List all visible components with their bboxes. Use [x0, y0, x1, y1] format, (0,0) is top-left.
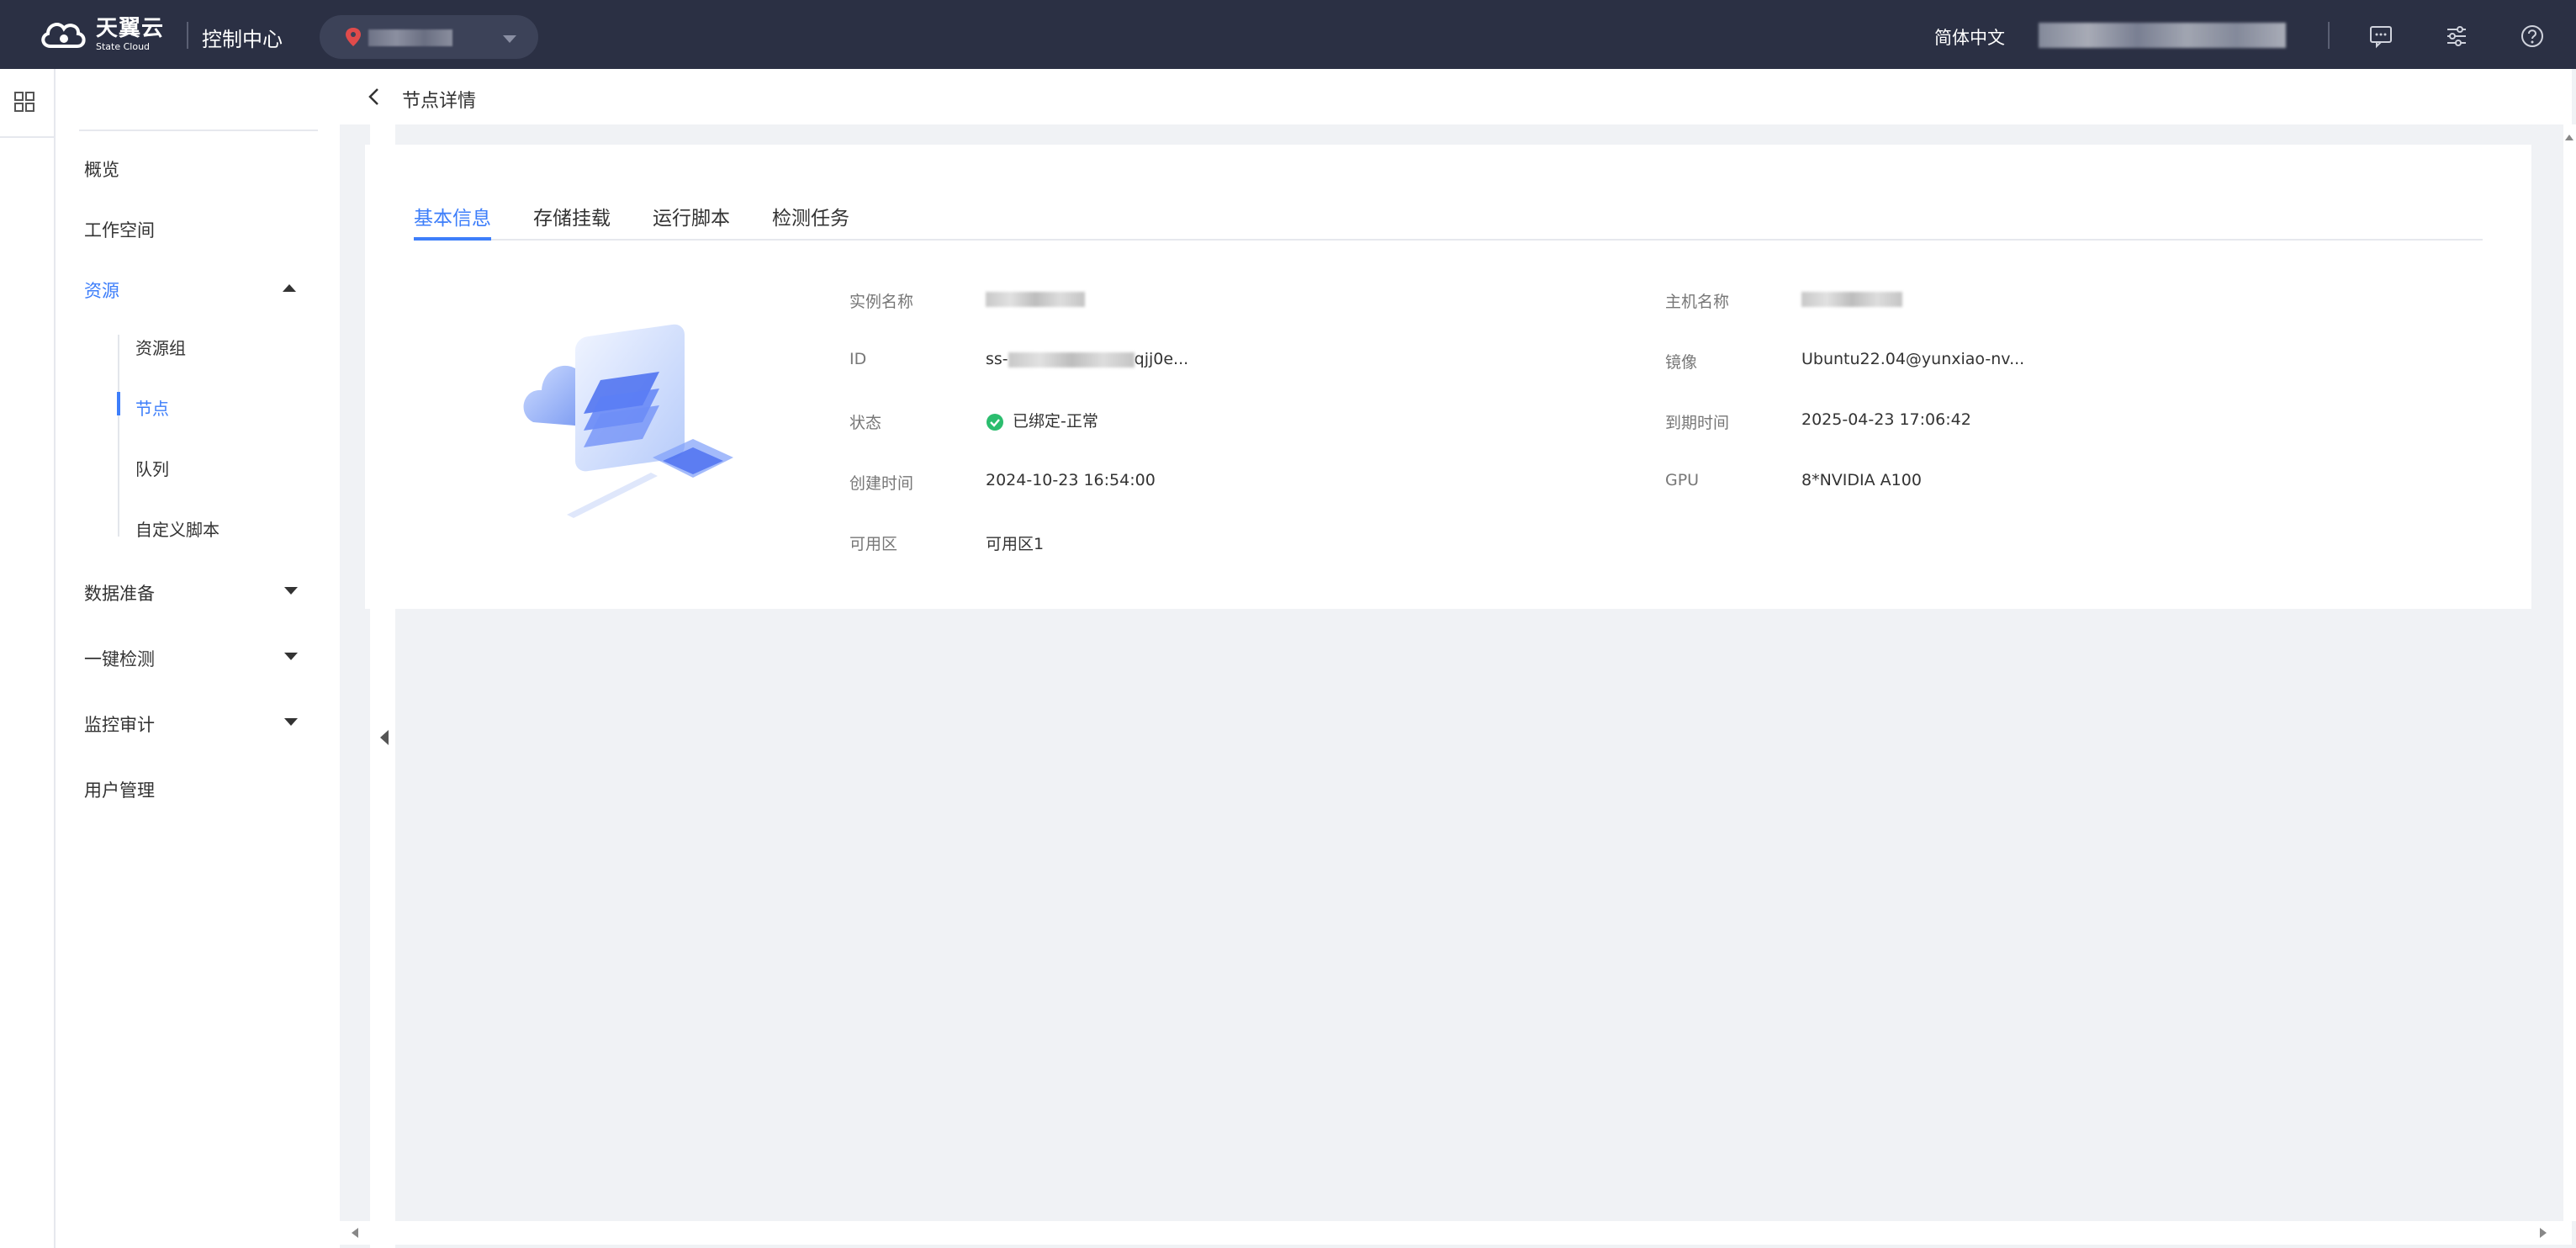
redacted-text	[1008, 352, 1135, 368]
account-info-redacted[interactable]	[2039, 23, 2286, 48]
tab-basic-info[interactable]: 基本信息	[414, 202, 491, 241]
language-switch[interactable]: 简体中文	[1934, 24, 2005, 50]
tab-check-task[interactable]: 检测任务	[772, 202, 849, 241]
sidebar-item-one-click-check[interactable]: 一键检测	[84, 646, 155, 671]
value-status: 已绑定-正常	[986, 409, 1098, 431]
tab-bar: 基本信息 存储挂载 运行脚本 检测任务	[414, 202, 2483, 241]
settings-sliders-icon[interactable]	[2444, 24, 2469, 49]
divider	[2328, 22, 2330, 49]
logo-text-cn: 天翼云	[96, 16, 165, 41]
help-icon[interactable]	[2520, 24, 2545, 49]
id-prefix: ss-	[986, 350, 1008, 368]
cloud-logo-icon	[41, 23, 86, 48]
chevron-down-icon[interactable]	[284, 653, 298, 660]
sidebar-subitem-resource-group[interactable]: 资源组	[135, 335, 186, 359]
label-id: ID	[849, 350, 867, 368]
value-availability-zone: 可用区1	[986, 535, 1045, 553]
value-instance-name	[986, 289, 1085, 308]
location-pin-icon	[346, 28, 361, 46]
value-host-name	[1801, 289, 1902, 308]
check-circle-icon	[986, 413, 1003, 431]
id-suffix: qjj0e...	[1134, 350, 1189, 368]
label-created-time: 创建时间	[849, 474, 914, 493]
brand-logo[interactable]: 天翼云 State Cloud	[39, 15, 164, 54]
sidebar: 概览 工作空间 资源 资源组 节点 队列 自定义脚本 数据准备 一键检测 监控审…	[56, 69, 395, 1248]
top-navbar: 天翼云 State Cloud 控制中心 简体中文	[0, 0, 2576, 69]
scroll-left-icon[interactable]	[352, 1228, 358, 1238]
region-selector[interactable]	[320, 15, 538, 59]
label-availability-zone: 可用区	[849, 535, 898, 553]
app-switcher-strip	[0, 69, 56, 1248]
value-expire-time: 2025-04-23 17:06:42	[1801, 410, 1971, 429]
logo-text-en: State Cloud	[96, 41, 151, 52]
redacted-text	[986, 291, 1085, 307]
sidebar-item-user-mgmt[interactable]: 用户管理	[84, 777, 155, 802]
node-illustration	[523, 324, 733, 518]
collapse-sidebar-icon[interactable]	[380, 730, 389, 745]
sidebar-subitem-queue[interactable]: 队列	[135, 456, 169, 480]
console-title[interactable]: 控制中心	[202, 23, 283, 52]
label-instance-name: 实例名称	[849, 293, 914, 311]
divider	[187, 22, 188, 49]
sidebar-item-data-prep[interactable]: 数据准备	[84, 580, 155, 605]
page-header: 节点详情	[340, 69, 2572, 124]
message-icon[interactable]	[2368, 24, 2394, 49]
chevron-up-icon[interactable]	[283, 284, 296, 292]
sidebar-item-monitor-audit[interactable]: 监控审计	[84, 711, 155, 737]
page-title: 节点详情	[402, 91, 477, 112]
divider	[0, 136, 54, 138]
sidebar-subitem-custom-script[interactable]: 自定义脚本	[135, 516, 220, 541]
value-gpu: 8*NVIDIA A100	[1801, 471, 1922, 489]
submenu-active-indicator	[117, 392, 120, 415]
sidebar-subitem-nodes[interactable]: 节点	[135, 395, 169, 420]
main-horizontal-scrollbar[interactable]	[340, 1221, 2572, 1245]
label-status: 状态	[849, 414, 882, 432]
value-created-time: 2024-10-23 16:54:00	[986, 471, 1156, 489]
value-image: Ubuntu22.04@yunxiao-nv...	[1801, 350, 2025, 368]
tab-storage-mount[interactable]: 存储挂载	[533, 202, 611, 241]
label-expire-time: 到期时间	[1665, 414, 1730, 432]
sidebar-item-workspace[interactable]: 工作空间	[84, 217, 155, 242]
detail-card: 基本信息 存储挂载 运行脚本 检测任务 实例名称 ID ss-qjj0e... …	[365, 145, 2531, 609]
chevron-down-icon[interactable]	[284, 718, 298, 726]
chevron-down-icon	[503, 35, 516, 43]
grid-apps-icon[interactable]	[13, 91, 35, 113]
back-arrow-icon[interactable]	[365, 86, 383, 108]
label-host-name: 主机名称	[1665, 293, 1730, 311]
main-vertical-scrollbar[interactable]	[2563, 124, 2576, 1221]
label-image: 镜像	[1665, 353, 1698, 372]
scroll-right-icon[interactable]	[2540, 1228, 2547, 1238]
sidebar-item-resources[interactable]: 资源	[84, 278, 119, 303]
divider	[79, 130, 318, 131]
tab-run-script[interactable]: 运行脚本	[653, 202, 730, 241]
submenu-guide-line	[118, 335, 119, 537]
sidebar-item-overview[interactable]: 概览	[84, 156, 119, 182]
region-name-redacted	[368, 29, 452, 46]
scroll-up-icon[interactable]	[2565, 135, 2573, 140]
redacted-text	[1801, 291, 1902, 307]
chevron-down-icon[interactable]	[284, 587, 298, 595]
value-id: ss-qjj0e...	[986, 350, 1188, 368]
status-text: 已绑定-正常	[1013, 412, 1098, 431]
label-gpu: GPU	[1665, 471, 1700, 489]
